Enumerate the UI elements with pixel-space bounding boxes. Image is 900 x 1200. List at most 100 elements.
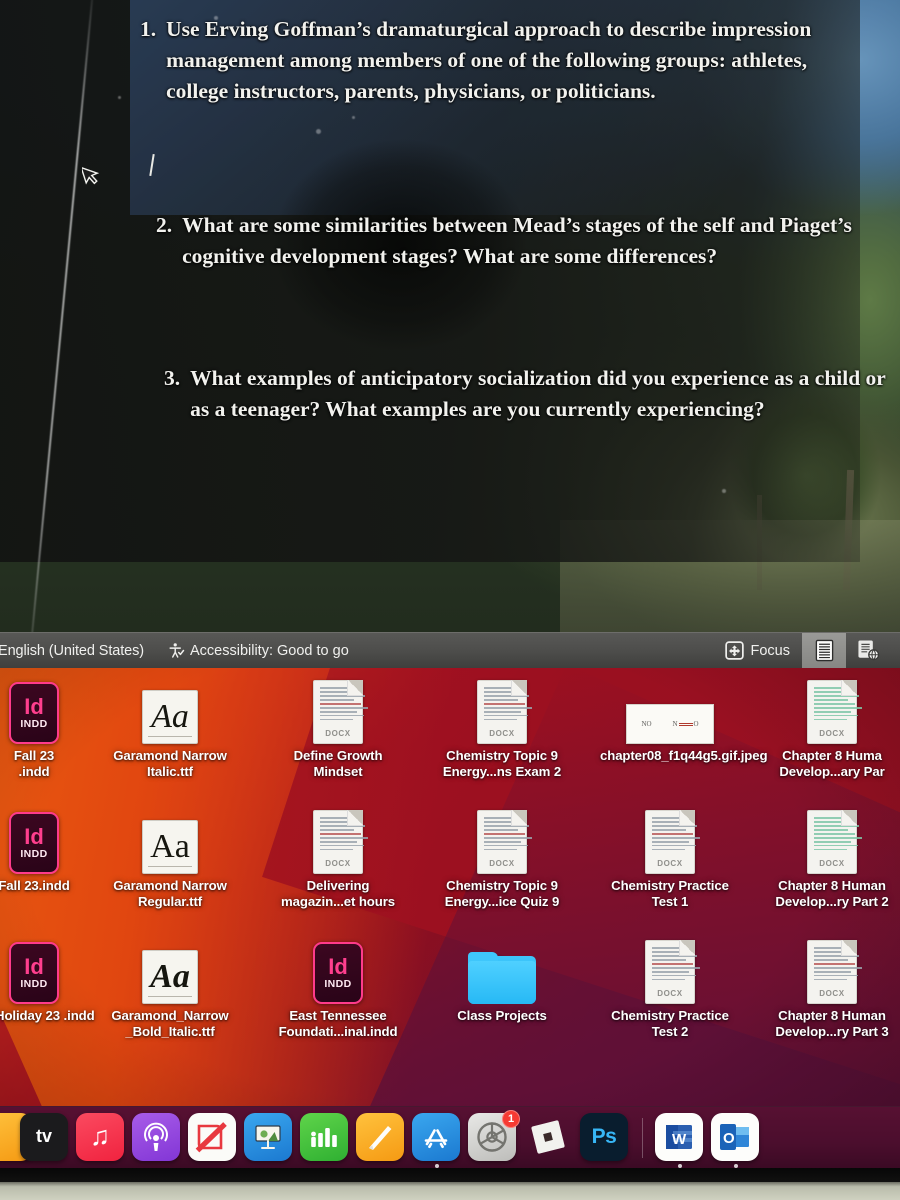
- desktop-icon-label-line: Chemistry Practice Test 1: [611, 878, 729, 909]
- desktop-icon-label-line: Chapter 8 Huma Develop...ary Par: [779, 748, 885, 779]
- desktop-icon-art: DOCX: [762, 670, 900, 744]
- desktop-icon-1-1[interactable]: Aa Garamond Narrow Regular.ttf: [100, 800, 240, 910]
- pages-pen-icon: [356, 1112, 404, 1161]
- desktop-icon-art: Id INDD: [0, 800, 104, 874]
- desktop-icon-label: Fall 23.indd: [0, 878, 104, 894]
- dock-pages[interactable]: [0, 1112, 32, 1163]
- desktop-icon-2-2[interactable]: Id INDD East Tennessee Foundati...inal.ind…: [268, 930, 408, 1040]
- desktop-icon-label-line: chapter08_f1q44g5.gif.jpeg: [600, 748, 768, 763]
- desktop-icon-0-0[interactable]: Id INDD Fall 23 .indd: [0, 670, 104, 780]
- desktop-icon-label: Chemistry Topic 9 Energy...ice Quiz 9: [432, 878, 572, 910]
- numbers-bars-icon: [300, 1112, 348, 1161]
- image-file-icon: NO N O: [626, 704, 714, 744]
- dust-speck: [352, 116, 355, 119]
- app-store-icon: [412, 1112, 460, 1161]
- docx-type-tag: DOCX: [489, 729, 515, 738]
- svg-text:W: W: [672, 1131, 687, 1148]
- desktop-icon-label-line: Chapter 8 Human Develop...ry Part 3: [775, 1008, 889, 1039]
- web-layout-view-button[interactable]: [846, 633, 890, 669]
- indesign-type-tag: INDD: [20, 717, 48, 730]
- desktop-icon-label: Garamond_Narrow _Bold_Italic.ttf: [100, 1008, 240, 1040]
- desktop-icon-1-2[interactable]: DOCX Delivering magazin...et hours: [268, 800, 408, 910]
- dock-app-store[interactable]: [412, 1112, 462, 1168]
- word-status-bar: English (United States) Accessibility: G…: [0, 632, 900, 669]
- desktop-icon-2-1[interactable]: Aa Garamond_Narrow _Bold_Italic.ttf: [100, 930, 240, 1040]
- desktop-icon-label: Define Growth Mindset: [268, 748, 408, 780]
- desktop-icon-0-4[interactable]: NO N O chapter08_f1q44g5.gif.jpeg: [600, 670, 768, 764]
- desktop-icon-art: DOCX: [762, 800, 900, 874]
- desktop-icon-0-1[interactable]: Aa Garamond Narrow Italic.ttf: [100, 670, 240, 780]
- dock-word[interactable]: W: [655, 1112, 705, 1168]
- slide-question-1: 1. Use Erving Goffman’s dramaturgical ap…: [140, 14, 870, 107]
- dock-roblox[interactable]: [524, 1113, 574, 1163]
- desktop-icon-grid[interactable]: Id INDD Fall 23 .indd Aa Garamond Narrow Ital…: [0, 668, 900, 1106]
- focus-icon: [724, 641, 744, 660]
- desktop-icon-art: DOCX: [432, 670, 572, 744]
- desktop-icon-label: les Holiday 23 .indd: [0, 1008, 104, 1024]
- print-layout-view-button[interactable]: [802, 632, 846, 669]
- status-language[interactable]: English (United States): [0, 643, 144, 659]
- dock-pages-2[interactable]: [356, 1112, 406, 1163]
- dock-keynote[interactable]: [244, 1112, 294, 1163]
- desktop-icon-art: Aa: [100, 670, 240, 744]
- dock-outlook[interactable]: O: [711, 1112, 761, 1168]
- docx-preview-lines: [320, 817, 368, 853]
- dock-numbers[interactable]: [300, 1112, 350, 1163]
- indesign-id-glyph: Id: [24, 953, 44, 979]
- photoshop-icon: Ps: [580, 1112, 628, 1161]
- desktop-icon-1-4[interactable]: DOCX Chemistry Practice Test 1: [600, 800, 740, 910]
- desktop-icon-label: Chemistry Practice Test 2: [600, 1008, 740, 1040]
- desktop-icon-label-line: les Holiday 23 .indd: [0, 1008, 95, 1023]
- desktop-icon-2-3[interactable]: Class Projects: [432, 930, 572, 1024]
- desktop-icon-1-0[interactable]: Id INDD Fall 23.indd: [0, 800, 104, 894]
- dock-items-row[interactable]: tv ♫ 1 Ps W O: [0, 1109, 894, 1168]
- indesign-file-icon: Id INDD: [9, 682, 59, 744]
- music-note-icon: ♫: [76, 1112, 124, 1161]
- desktop-icon-label-line: Delivering magazin...et hours: [281, 878, 395, 909]
- dust-speck: [118, 96, 121, 99]
- keynote-icon: [244, 1112, 292, 1161]
- dock-system-settings[interactable]: 1: [468, 1109, 520, 1163]
- dock-photoshop[interactable]: Ps: [580, 1112, 630, 1163]
- docx-file-icon: DOCX: [477, 810, 532, 874]
- desktop-icon-label: Garamond Narrow Regular.ttf: [100, 878, 240, 910]
- desktop-icon-1-5[interactable]: DOCX Chapter 8 Human Develop...ry Part 2: [762, 800, 900, 910]
- desktop-icon-label-line: Garamond Narrow Italic.ttf: [113, 748, 227, 779]
- desktop-icon-1-3[interactable]: DOCX Chemistry Topic 9 Energy...ice Quiz …: [432, 800, 572, 910]
- news-icon: [188, 1112, 236, 1161]
- desktop-icon-label: chapter08_f1q44g5.gif.jpeg: [600, 748, 768, 764]
- dock-music[interactable]: ♫: [76, 1112, 126, 1163]
- indesign-type-tag: INDD: [20, 847, 48, 860]
- desktop-icon-0-3[interactable]: DOCX Chemistry Topic 9 Energy...ns Exam 2: [432, 670, 572, 780]
- slide-question-2-number: 2.: [156, 213, 173, 237]
- desktop-icon-art: Aa: [100, 930, 240, 1004]
- dock-news[interactable]: [188, 1112, 238, 1163]
- font-file-icon: Aa: [142, 820, 198, 874]
- desktop-icon-label: East Tennessee Foundati...inal.indd: [268, 1008, 408, 1040]
- desktop-icon-label-line: Chemistry Topic 9 Energy...ns Exam 2: [442, 748, 562, 779]
- dock-running-indicator: [435, 1163, 439, 1168]
- dock-apple-tv[interactable]: tv: [20, 1112, 70, 1163]
- desktop-icon-0-5[interactable]: DOCX Chapter 8 Huma Develop...ary Par: [762, 670, 900, 780]
- desktop-icon-0-2[interactable]: DOCX Define Growth Mindset: [268, 670, 408, 780]
- focus-mode-button[interactable]: Focus: [724, 641, 790, 660]
- docx-preview-lines: [320, 687, 368, 723]
- slide-question-3-text: What examples of anticipatory socializat…: [190, 366, 886, 421]
- slide-question-2: 2. What are some similarities between Me…: [156, 210, 896, 272]
- indesign-file-icon: Id INDD: [9, 942, 59, 1004]
- indesign-file-icon: Id INDD: [313, 942, 363, 1004]
- accessibility-icon: [169, 643, 185, 658]
- desktop-icon-label: Chemistry Practice Test 1: [600, 878, 740, 910]
- macos-desktop[interactable]: Id INDD Fall 23 .indd Aa Garamond Narrow Ital…: [0, 668, 900, 1106]
- dock-podcasts[interactable]: [132, 1112, 182, 1163]
- desktop-icon-2-5[interactable]: DOCX Chapter 8 Human Develop...ry Part 3: [762, 930, 900, 1040]
- desktop-icon-2-4[interactable]: DOCX Chemistry Practice Test 2: [600, 930, 740, 1040]
- indesign-file-icon: Id INDD: [9, 812, 59, 874]
- folder-icon: [468, 952, 536, 1004]
- dock[interactable]: tv ♫ 1 Ps W O: [0, 1106, 900, 1168]
- indesign-id-glyph: Id: [328, 953, 348, 979]
- status-accessibility[interactable]: Accessibility: Good to go: [168, 642, 349, 659]
- dock-badge: 1: [502, 1109, 520, 1128]
- desktop-icon-2-0[interactable]: IdINDD les Holiday 23 .indd: [0, 930, 104, 1024]
- docx-type-tag: DOCX: [325, 859, 351, 868]
